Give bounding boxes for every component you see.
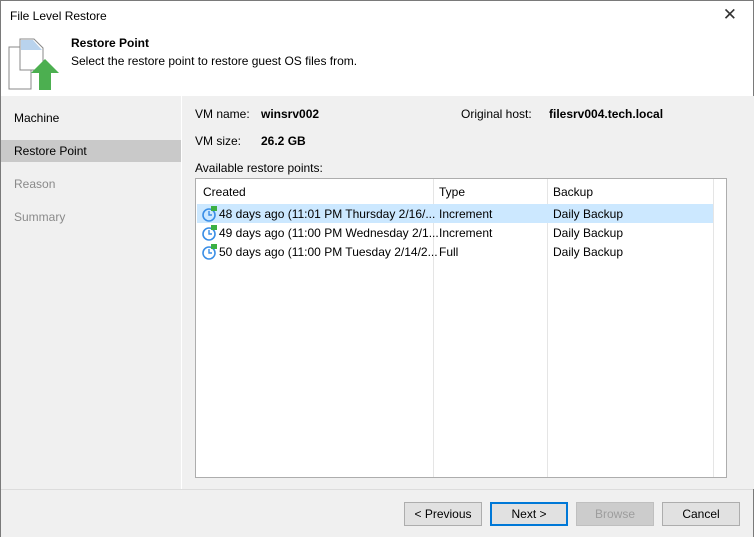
column-header-created[interactable]: Created bbox=[203, 185, 246, 199]
vm-name-value: winsrv002 bbox=[261, 107, 320, 121]
header-title: Restore Point bbox=[71, 36, 150, 50]
window-title: File Level Restore bbox=[10, 9, 107, 23]
restore-point-clock-icon bbox=[202, 225, 217, 241]
vm-name-label: VM name: bbox=[195, 107, 250, 121]
original-host-label: Original host: bbox=[461, 107, 532, 121]
cancel-button[interactable]: Cancel bbox=[662, 502, 740, 526]
step-reason: Reason bbox=[14, 177, 56, 191]
vm-size-value: 26.2 GB bbox=[261, 134, 306, 148]
main-panel: VM name: winsrv002 Original host: filesr… bbox=[182, 96, 754, 489]
browse-button: Browse bbox=[576, 502, 654, 526]
next-button[interactable]: Next > bbox=[490, 502, 568, 526]
file-level-restore-dialog: File Level Restore ✕ Restore Point Selec… bbox=[0, 0, 754, 537]
column-header-backup[interactable]: Backup bbox=[553, 185, 593, 199]
restore-points-list[interactable]: Created Type Backup 48 days ago (11:01 P… bbox=[195, 178, 727, 478]
restore-point-row[interactable]: 50 days ago (11:00 PM Tuesday 2/14/2... … bbox=[197, 242, 713, 261]
wizard-steps: Machine Restore Point Reason Summary bbox=[1, 96, 181, 489]
step-machine[interactable]: Machine bbox=[1, 107, 181, 129]
restore-point-row[interactable]: 48 days ago (11:01 PM Thursday 2/16/... … bbox=[197, 204, 713, 223]
header-description: Select the restore point to restore gues… bbox=[71, 54, 358, 68]
step-summary: Summary bbox=[14, 210, 66, 224]
restore-file-icon bbox=[8, 38, 59, 90]
restore-point-row[interactable]: 49 days ago (11:00 PM Wednesday 2/1... I… bbox=[197, 223, 713, 242]
footer: < Previous Next > Browse Cancel bbox=[1, 489, 753, 537]
restore-point-clock-icon bbox=[202, 206, 217, 222]
original-host-value: filesrv004.tech.local bbox=[549, 107, 664, 121]
column-header-type[interactable]: Type bbox=[439, 185, 465, 199]
previous-button[interactable]: < Previous bbox=[404, 502, 482, 526]
vm-size-label: VM size: bbox=[195, 134, 242, 148]
restore-point-clock-icon bbox=[202, 244, 217, 260]
restore-points-label: Available restore points: bbox=[195, 161, 323, 175]
step-restore-point[interactable]: Restore Point bbox=[1, 140, 181, 162]
close-icon[interactable]: ✕ bbox=[723, 5, 737, 25]
